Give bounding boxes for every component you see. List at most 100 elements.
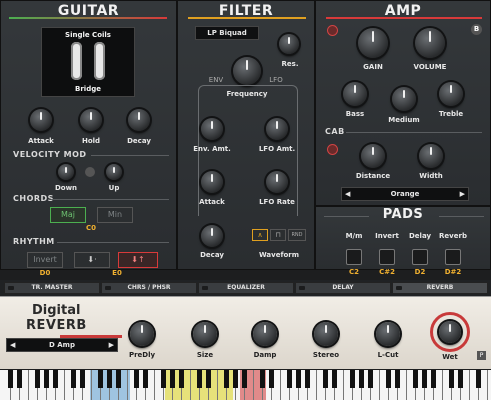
white-key[interactable] xyxy=(434,370,443,400)
tab-reverb[interactable]: REVERB xyxy=(392,282,488,294)
cab-next-icon[interactable]: ▶ xyxy=(460,188,465,200)
medium-label: Medium xyxy=(388,116,420,124)
pad-reverb[interactable] xyxy=(445,249,461,265)
tab-chrs-phsr[interactable]: CHRS / PHSR xyxy=(101,282,197,294)
bass-knob[interactable] xyxy=(343,82,367,106)
size-knob[interactable] xyxy=(193,322,217,346)
waveform-label: Waveform xyxy=(258,251,300,259)
chord-min-button[interactable]: Min xyxy=(97,207,133,223)
env-amt-knob[interactable] xyxy=(201,118,223,140)
stereo-label: Stereo xyxy=(312,351,340,359)
damp-label: Damp xyxy=(253,351,277,359)
amp-panel: AMP B GAIN VOLUME Bass Medium Treble CAB… xyxy=(315,0,491,206)
white-key[interactable] xyxy=(182,370,191,400)
rhythm-divider xyxy=(57,242,169,243)
lcut-knob[interactable] xyxy=(376,322,400,346)
distance-knob[interactable] xyxy=(361,144,385,168)
filter-attack-knob[interactable] xyxy=(201,171,223,193)
filter-title-underline xyxy=(188,17,306,19)
decay-knob[interactable] xyxy=(128,109,150,131)
velocity-up-knob[interactable] xyxy=(106,164,122,180)
cab-model-dropdown[interactable]: ◀ Orange ▶ xyxy=(341,187,469,201)
tab-equalizer[interactable]: EQUALIZER xyxy=(198,282,294,294)
white-key[interactable] xyxy=(119,370,128,400)
cab-prev-icon[interactable]: ◀ xyxy=(345,188,350,200)
amp-b-badge[interactable]: B xyxy=(471,24,482,35)
tab-reverb-led xyxy=(396,286,402,290)
hold-knob[interactable] xyxy=(80,109,102,131)
white-key[interactable] xyxy=(335,370,344,400)
rhythm-title: RHYTHM xyxy=(13,237,55,246)
treble-knob[interactable] xyxy=(439,82,463,106)
chords-divider xyxy=(51,199,169,200)
white-key[interactable] xyxy=(209,370,218,400)
chord-maj-button[interactable]: Maj xyxy=(50,207,86,223)
pad-mm[interactable] xyxy=(346,249,362,265)
pickup-right-icon xyxy=(94,42,105,80)
pickup-selector[interactable]: Single Coils Bridge xyxy=(41,27,135,97)
waveform-triangle-button[interactable]: ∧ xyxy=(252,229,268,241)
white-key[interactable] xyxy=(461,370,470,400)
medium-knob[interactable] xyxy=(392,87,416,111)
gain-knob[interactable] xyxy=(358,28,388,58)
waveform-random-button[interactable]: RND xyxy=(288,229,306,241)
tab-tr-master[interactable]: TR. MASTER xyxy=(4,282,100,294)
white-key[interactable] xyxy=(308,370,317,400)
cab-model-value: Orange xyxy=(390,190,420,198)
width-knob[interactable] xyxy=(419,144,443,168)
gain-label: GAIN xyxy=(363,63,383,71)
lfo-amt-knob[interactable] xyxy=(266,118,288,140)
reverb-preset-dropdown[interactable]: ◀ D Amp ▶ xyxy=(6,338,118,352)
distance-label: Distance xyxy=(355,172,391,180)
rhythm-down-button[interactable]: ⬇· xyxy=(74,252,110,268)
pickup-left-icon xyxy=(71,42,82,80)
velocity-down-knob[interactable] xyxy=(58,164,74,180)
tab-equalizer-led xyxy=(202,286,208,290)
white-key[interactable] xyxy=(479,370,488,400)
tab-chrs-phsr-led xyxy=(105,286,111,290)
treble-label: Treble xyxy=(438,110,464,118)
chord-note-label: C0 xyxy=(85,224,97,232)
white-key[interactable] xyxy=(146,370,155,400)
lfo-label: LFO xyxy=(269,76,283,84)
res-label: Res. xyxy=(281,60,299,68)
cab-title: CAB xyxy=(325,127,345,136)
reverb-next-icon[interactable]: ▶ xyxy=(109,339,114,351)
rhythm-invert-button[interactable]: Invert xyxy=(27,252,63,268)
reverb-name-line2: REVERB xyxy=(26,318,87,333)
pad-invert[interactable] xyxy=(379,249,395,265)
filter-decay-knob[interactable] xyxy=(201,225,223,247)
reverb-prev-icon[interactable]: ◀ xyxy=(10,339,15,351)
attack-knob[interactable] xyxy=(30,109,52,131)
lcut-label: L-Cut xyxy=(377,351,399,359)
pad-label-reverb: Reverb xyxy=(439,232,467,240)
amp-power-icon[interactable] xyxy=(327,25,338,36)
res-knob[interactable] xyxy=(279,34,299,54)
white-key[interactable] xyxy=(83,370,92,400)
stereo-knob[interactable] xyxy=(314,322,338,346)
wet-knob[interactable] xyxy=(439,321,461,343)
damp-knob[interactable] xyxy=(253,322,277,346)
reverb-module: Digital REVERB ◀ D Amp ▶ PreDly Size Dam… xyxy=(0,296,491,369)
white-key[interactable] xyxy=(371,370,380,400)
white-key[interactable] xyxy=(20,370,29,400)
tab-delay[interactable]: DELAY xyxy=(295,282,391,294)
frequency-knob[interactable] xyxy=(233,57,261,85)
velocity-up-label: Up xyxy=(108,184,120,192)
reverb-name-line1: Digital xyxy=(32,303,81,318)
predly-knob[interactable] xyxy=(130,322,154,346)
tab-tr-master-label: TR. MASTER xyxy=(31,284,73,291)
waveform-square-button[interactable]: ⊓ xyxy=(270,229,286,241)
reverb-footer-badge[interactable]: P xyxy=(477,351,486,360)
white-key[interactable] xyxy=(398,370,407,400)
lfo-rate-knob[interactable] xyxy=(266,171,288,193)
filter-type-dropdown[interactable]: LP Biquad xyxy=(195,26,259,40)
env-amt-label: Env. Amt. xyxy=(193,145,231,153)
rhythm-downup-button[interactable]: ⬇↑ xyxy=(118,252,158,268)
white-key[interactable] xyxy=(272,370,281,400)
white-key[interactable] xyxy=(245,370,254,400)
white-key[interactable] xyxy=(56,370,65,400)
cab-power-icon[interactable] xyxy=(327,144,338,155)
volume-knob[interactable] xyxy=(415,28,445,58)
pad-delay[interactable] xyxy=(412,249,428,265)
